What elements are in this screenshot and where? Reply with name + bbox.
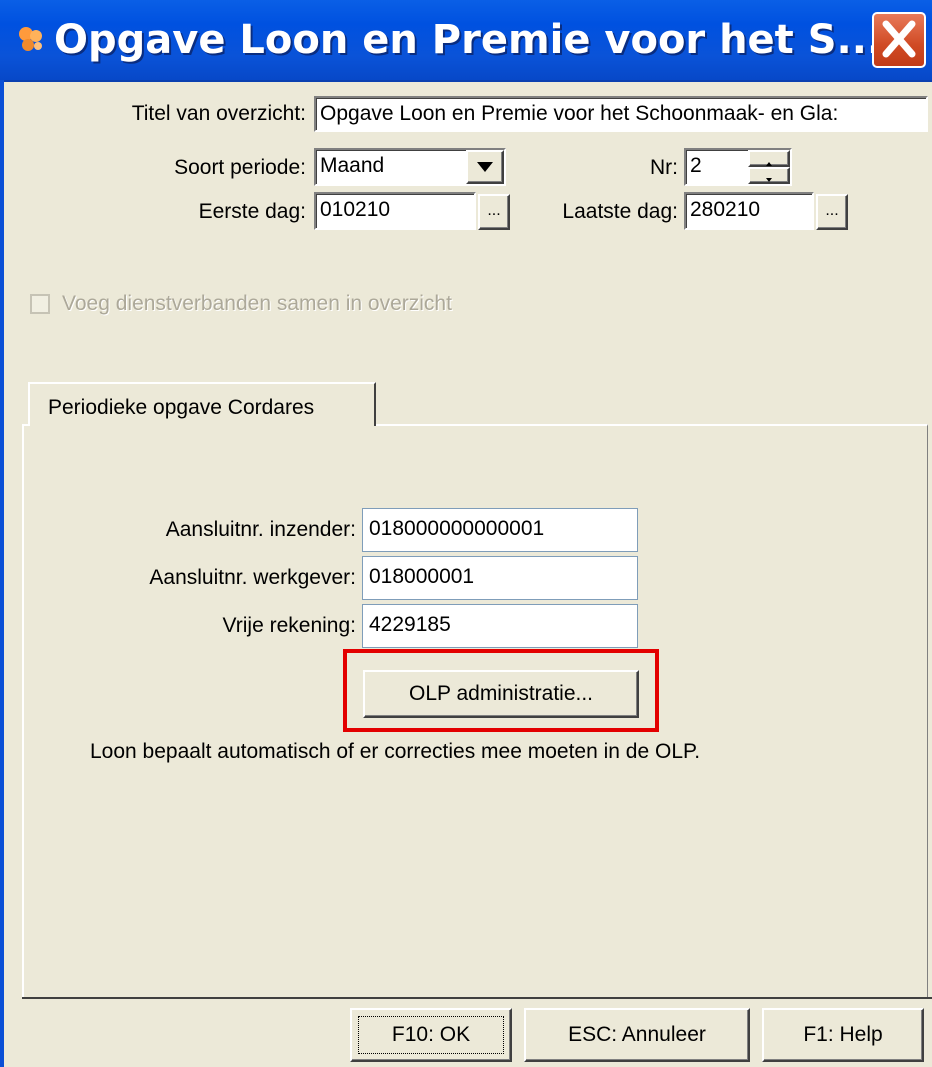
free-account-label: Vrije rekening:	[222, 614, 356, 637]
merge-checkbox-label: Voeg dienstverbanden samen in overzicht	[62, 292, 452, 315]
last-day-label: Laatste dag:	[562, 200, 678, 223]
last-day-picker-button[interactable]: ...	[816, 194, 848, 230]
submitter-input[interactable]: 018000000000001	[362, 508, 638, 552]
submitter-label: Aansluitnr. inzender:	[165, 518, 356, 541]
first-day-picker-button[interactable]: ...	[478, 194, 510, 230]
window-title: Opgave Loon en Premie voor het S...	[54, 17, 883, 63]
chevron-down-icon	[477, 162, 493, 172]
olp-administration-button[interactable]: OLP administratie...	[363, 670, 639, 718]
nr-spin-down[interactable]	[748, 167, 790, 184]
employer-label: Aansluitnr. werkgever:	[149, 566, 356, 589]
merge-checkbox[interactable]	[30, 294, 50, 314]
info-text: Loon bepaalt automatisch of er correctie…	[90, 740, 701, 763]
nr-label: Nr:	[650, 156, 678, 179]
free-account-input[interactable]: 4229185	[362, 604, 638, 648]
period-type-value: Maand	[320, 154, 385, 177]
title-label: Titel van overzicht:	[131, 102, 306, 125]
window-border	[0, 80, 4, 1067]
first-day-label: Eerste dag:	[198, 200, 306, 223]
employer-input[interactable]: 018000001	[362, 556, 638, 600]
period-type-label: Soort periode:	[174, 156, 306, 179]
ok-button-label: F10: OK	[391, 1023, 471, 1046]
ok-button[interactable]: F10: OK	[350, 1008, 512, 1062]
footer-separator	[22, 997, 932, 999]
close-button[interactable]	[872, 12, 926, 68]
title-input[interactable]: Opgave Loon en Premie voor het Schoonmaa…	[314, 96, 928, 132]
tab-cordares-label: Periodieke opgave Cordares	[48, 396, 315, 419]
nr-spin-up[interactable]	[748, 150, 790, 167]
cancel-button[interactable]: ESC: Annuleer	[524, 1008, 750, 1062]
first-day-input[interactable]: 010210	[314, 192, 476, 230]
period-dropdown-button[interactable]	[466, 150, 504, 184]
help-button[interactable]: F1: Help	[762, 1008, 924, 1062]
last-day-input[interactable]: 280210	[684, 192, 814, 230]
close-icon	[882, 20, 916, 58]
arrow-down-icon	[766, 178, 772, 182]
app-logo-icon	[19, 27, 42, 51]
